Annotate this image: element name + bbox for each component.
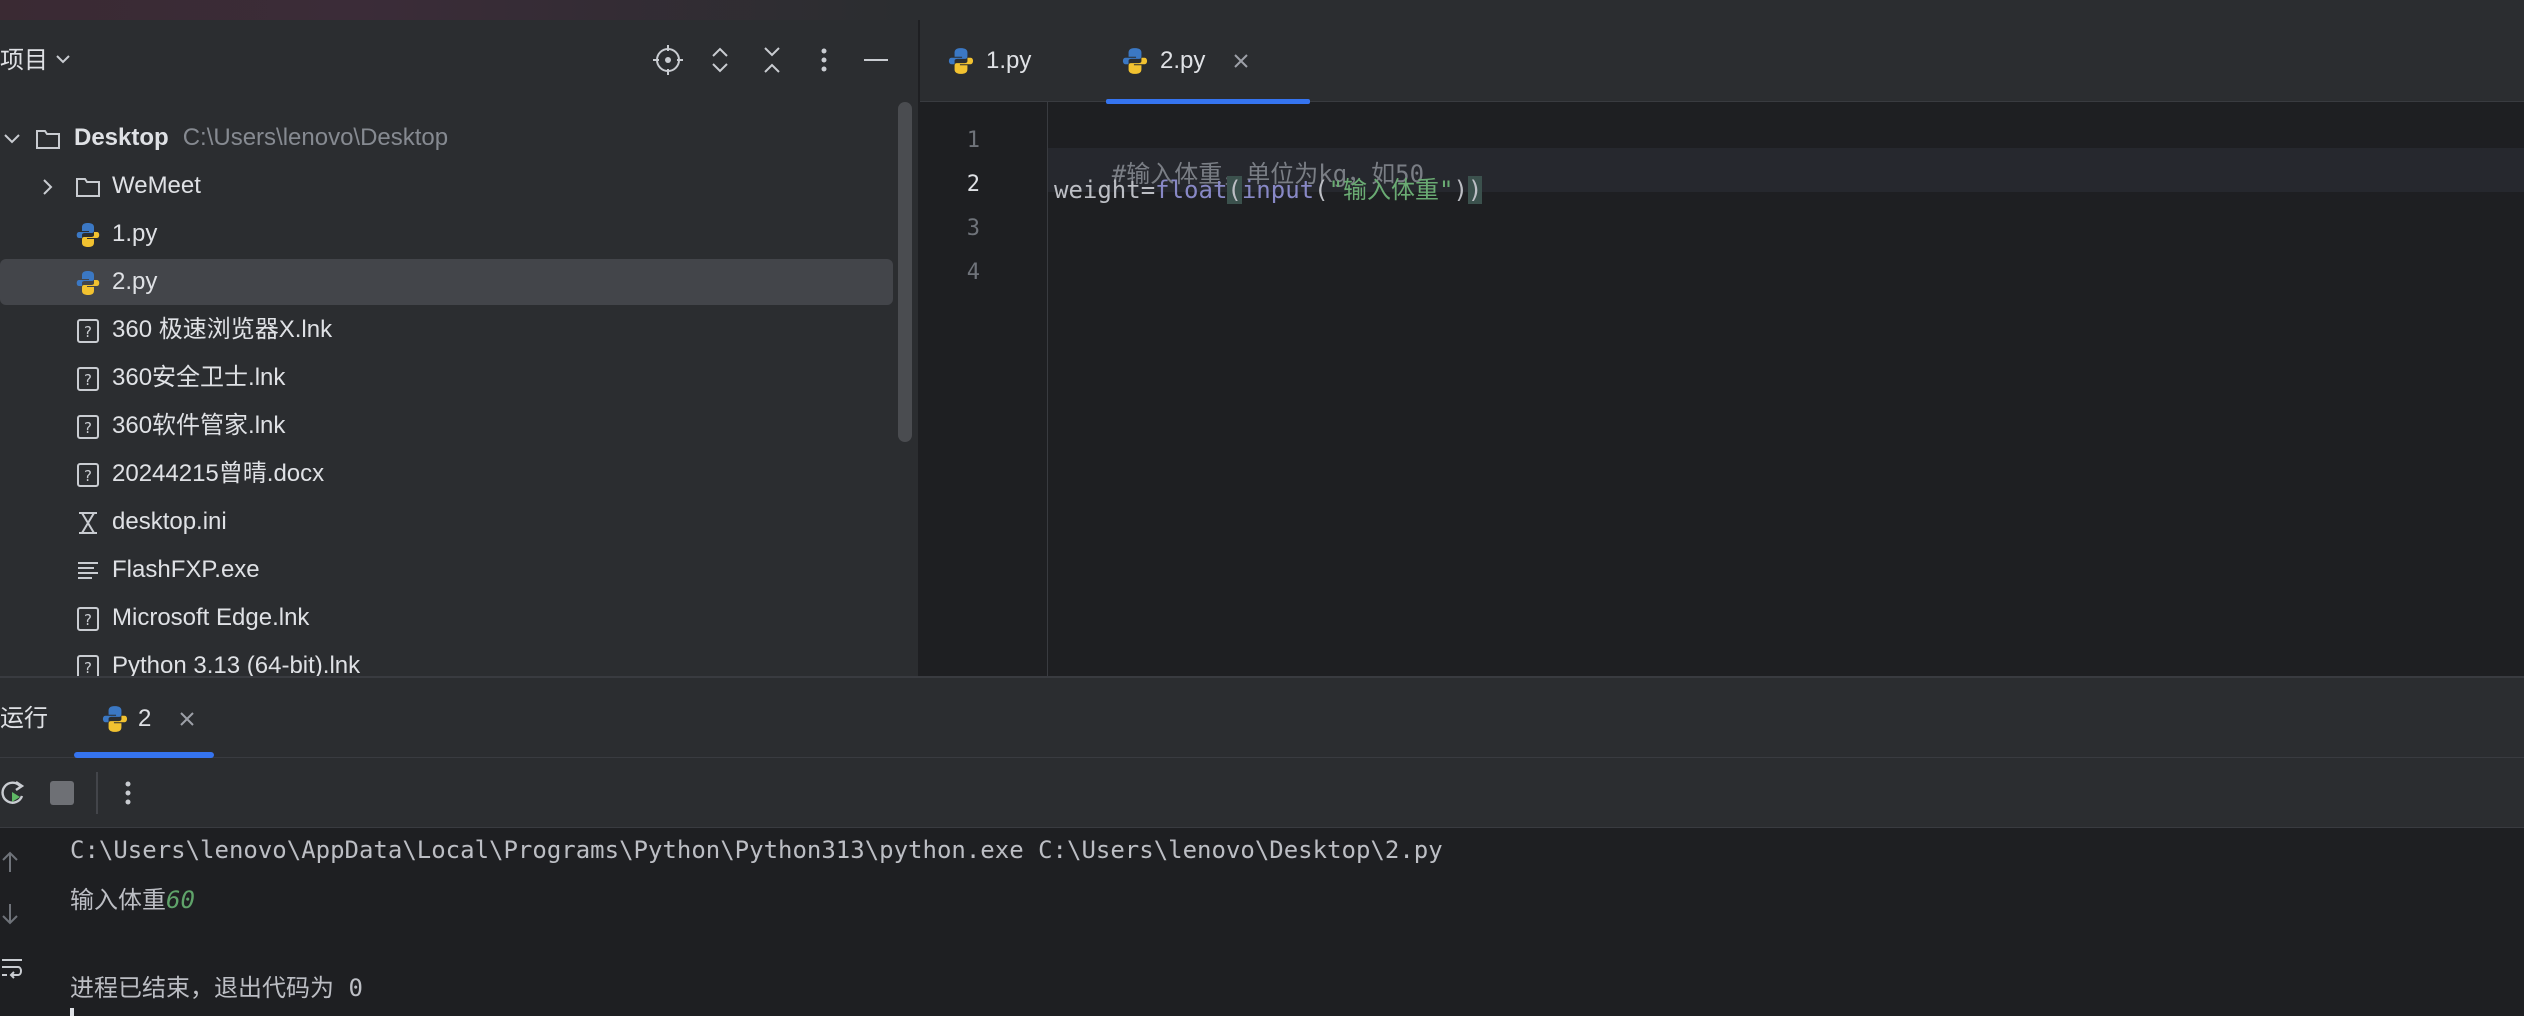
line-number: 1 xyxy=(966,128,980,153)
unknown-file-icon: ? xyxy=(77,319,99,343)
tree-item-wemeet[interactable]: WeMeet xyxy=(0,163,894,209)
unknown-file-icon: ? xyxy=(77,463,99,487)
line-number: 3 xyxy=(966,216,980,241)
tree-item-label: FlashFXP.exe xyxy=(112,556,260,583)
editor-area: 1.py 2.py 1 2 3 4 #输入体重，单位为kg，如50 weight… xyxy=(920,20,2524,676)
console-side-toolbar xyxy=(0,828,40,1016)
console-caret xyxy=(70,1008,74,1016)
unknown-file-icon: ? xyxy=(77,607,99,631)
console-input-line: 输入体重60 xyxy=(70,880,195,915)
stop-icon[interactable] xyxy=(50,781,74,805)
svg-text:?: ? xyxy=(84,659,92,677)
tab-label: 2.py xyxy=(1160,47,1206,74)
run-panel-header: 运行 2 xyxy=(0,678,2524,758)
close-icon[interactable] xyxy=(1230,50,1252,72)
tree-item-desktop-ini[interactable]: desktop.ini xyxy=(0,499,894,545)
more-options-icon[interactable] xyxy=(806,42,842,78)
title-bar-gradient xyxy=(0,0,900,20)
tree-item-label: 2.py xyxy=(112,268,158,295)
tree-root-desktop[interactable]: Desktop C:\Users\lenovo\Desktop xyxy=(0,115,894,161)
python-file-icon xyxy=(1122,48,1148,74)
locate-icon[interactable] xyxy=(650,42,686,78)
close-icon[interactable] xyxy=(176,708,198,730)
code-paren: ( xyxy=(1227,176,1242,204)
python-file-icon xyxy=(948,48,974,74)
window-top-strip xyxy=(0,0,2524,20)
project-scrollbar[interactable] xyxy=(898,102,912,442)
tree-item-docx[interactable]: ? 20244215曾晴.docx xyxy=(0,451,894,497)
folder-icon xyxy=(36,130,60,149)
tree-item-flashfxp[interactable]: FlashFXP.exe xyxy=(0,547,894,593)
console-prompt: 输入体重 xyxy=(70,886,166,914)
code-paren: ) xyxy=(1453,176,1468,204)
line-number: 2 xyxy=(966,172,980,197)
svg-text:?: ? xyxy=(84,611,92,629)
svg-text:?: ? xyxy=(84,323,92,341)
ini-file-icon xyxy=(79,512,97,534)
code-variable: weight xyxy=(1054,176,1141,204)
tab-label: 1.py xyxy=(986,47,1032,74)
toolbar-separator xyxy=(96,772,98,814)
code-paren: ( xyxy=(1314,176,1329,204)
unknown-file-icon: ? xyxy=(77,367,99,391)
tree-root-name: Desktop xyxy=(74,124,169,151)
soft-wrap-icon[interactable] xyxy=(0,954,24,982)
svg-text:?: ? xyxy=(84,419,92,437)
tree-item-1py[interactable]: 1.py xyxy=(0,211,894,257)
rerun-icon[interactable] xyxy=(0,778,28,808)
code-string: "输入体重" xyxy=(1328,176,1454,204)
tree-item-360-browser[interactable]: ? 360 极速浏览器X.lnk xyxy=(0,307,894,353)
tree-item-label: 360 极速浏览器X.lnk xyxy=(112,316,333,343)
svg-text:?: ? xyxy=(84,467,92,485)
tree-item-label: desktop.ini xyxy=(112,508,227,535)
code-builtin-input: input xyxy=(1241,176,1315,204)
tree-root-path: C:\Users\lenovo\Desktop xyxy=(182,124,449,151)
run-toolbar xyxy=(0,758,2524,828)
line-number: 4 xyxy=(966,260,980,285)
tree-item-2py[interactable]: 2.py xyxy=(0,259,893,305)
tree-item-label: 360软件管家.lnk xyxy=(112,412,286,439)
run-tab-2[interactable]: 2 xyxy=(74,678,214,758)
code-builtin-float: float xyxy=(1155,176,1228,204)
project-panel-header: 项目 xyxy=(0,20,918,102)
folder-icon xyxy=(76,178,100,197)
svg-text:?: ? xyxy=(84,371,92,389)
hide-panel-icon[interactable] xyxy=(858,42,894,78)
tree-item-label: 20244215曾晴.docx xyxy=(112,460,325,487)
chevron-down-icon[interactable] xyxy=(0,125,26,153)
python-file-icon xyxy=(76,223,100,247)
run-tab-label: 2 xyxy=(138,705,152,732)
unknown-file-icon: ? xyxy=(77,415,99,439)
project-panel: 项目 Desktop C:\Users\lenovo\Desktop WeMee… xyxy=(0,20,918,679)
console-user-input: 60 xyxy=(166,886,195,914)
more-options-icon[interactable] xyxy=(112,776,144,810)
collapse-all-icon[interactable] xyxy=(754,42,790,78)
python-file-icon xyxy=(76,271,100,295)
tree-item-edge[interactable]: ? Microsoft Edge.lnk xyxy=(0,595,894,641)
chevron-right-icon[interactable] xyxy=(34,173,62,201)
arrow-up-icon[interactable] xyxy=(0,848,20,876)
tree-item-360-software[interactable]: ? 360软件管家.lnk xyxy=(0,403,894,449)
project-panel-title[interactable]: 项目 xyxy=(0,20,48,102)
tree-item-label: Microsoft Edge.lnk xyxy=(112,604,310,631)
run-panel-title: 运行 xyxy=(0,705,48,732)
tree-item-label: WeMeet xyxy=(112,172,201,199)
arrow-down-icon[interactable] xyxy=(0,900,20,928)
line-number-gutter: 1 2 3 4 xyxy=(920,102,1048,676)
console-command-line: C:\Users\lenovo\AppData\Local\Programs\P… xyxy=(70,836,1443,864)
text-file-icon xyxy=(78,562,98,579)
expand-all-icon[interactable] xyxy=(702,42,738,78)
tree-item-360-safe[interactable]: ? 360安全卫士.lnk xyxy=(0,355,894,401)
editor-tab-bar: 1.py 2.py xyxy=(920,20,2524,104)
chevron-down-icon[interactable] xyxy=(52,48,74,70)
code-operator: = xyxy=(1140,176,1156,204)
python-run-icon xyxy=(102,706,128,732)
tab-2py[interactable]: 2.py xyxy=(1106,20,1310,104)
tree-item-label: 1.py xyxy=(112,220,158,247)
run-panel: 运行 2 C:\Users\lenovo\AppData\Local\Progr… xyxy=(0,678,2524,1016)
tree-item-label: 360安全卫士.lnk xyxy=(112,364,286,391)
code-line-2[interactable]: weight=float(input("输入体重")) xyxy=(1054,170,1483,205)
code-paren: ) xyxy=(1467,176,1483,204)
console-exit-line: 进程已结束，退出代码为 0 xyxy=(70,974,363,1002)
